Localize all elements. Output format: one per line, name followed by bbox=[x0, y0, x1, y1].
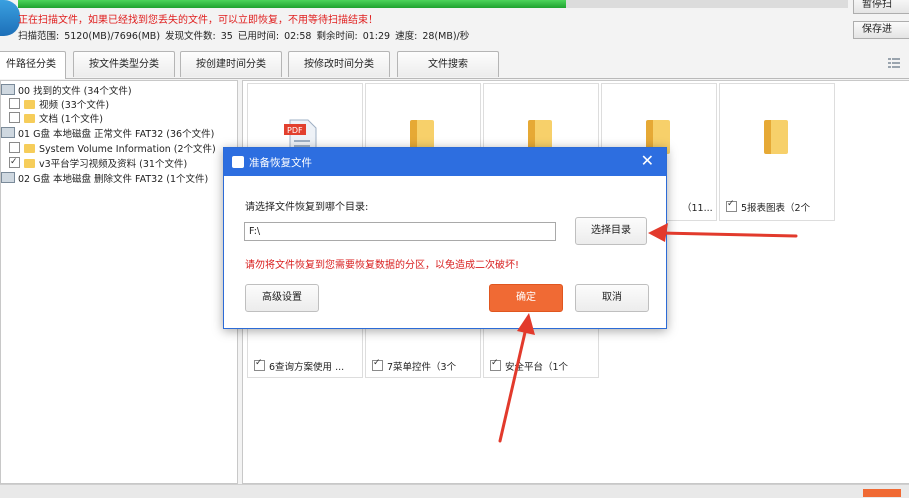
card-label-text: 7菜单控件（3个 bbox=[387, 362, 457, 373]
svg-text:PDF: PDF bbox=[287, 126, 303, 135]
card-label: （11... bbox=[682, 203, 713, 214]
tree-item-found-files[interactable]: 00 找到的文件 (34个文件) bbox=[1, 84, 132, 98]
tree-item-v3-platform[interactable]: v3平台学习视频及资料 (31个文件) bbox=[9, 155, 188, 171]
scan-stats: 扫描范围: 5120(MB)/7696(MB) 发现文件数: 35 已用时间: … bbox=[18, 31, 470, 42]
tree-item-label: 00 找到的文件 (34个文件) bbox=[18, 86, 132, 97]
scan-status-message: 正在扫描文件，如果已经找到您丢失的文件，可以立即恢复，不用等待扫描结束！ bbox=[18, 15, 378, 26]
directory-input[interactable] bbox=[244, 222, 556, 241]
card-label-text: 6查询方案使用 ... bbox=[269, 362, 345, 373]
file-card[interactable]: 安全平台（1个 bbox=[483, 326, 599, 378]
tree-item-label: 01 G盘 本地磁盘 正常文件 FAT32 (36个文件) bbox=[18, 129, 215, 140]
drive-icon bbox=[1, 127, 15, 138]
card-label: 安全平台（1个 bbox=[490, 359, 568, 373]
tree-item-label: 视频 (33个文件) bbox=[39, 100, 110, 111]
advanced-settings-button[interactable]: 高级设置 bbox=[245, 284, 319, 312]
checkbox[interactable] bbox=[9, 155, 20, 169]
card-label-text: 安全平台（1个 bbox=[505, 362, 569, 373]
checkbox[interactable] bbox=[9, 112, 20, 123]
tree-item-docs[interactable]: 文档 (1个文件) bbox=[9, 112, 103, 126]
tree-item-video[interactable]: 视频 (33个文件) bbox=[9, 98, 109, 112]
app-icon bbox=[232, 156, 244, 168]
dialog-title: 准备恢复文件 bbox=[249, 157, 312, 169]
tree-item-system-volume[interactable]: System Volume Information (2个文件) bbox=[9, 142, 216, 156]
restore-warning: 请勿将文件恢复到您需要恢复数据的分区，以免造成二次破坏! bbox=[245, 260, 520, 271]
tab-path-category[interactable]: 件路径分类 bbox=[0, 51, 66, 79]
card-label: 5报表图表（2个 bbox=[726, 200, 810, 214]
file-card[interactable]: 7菜单控件（3个 bbox=[365, 326, 481, 378]
folder-icon bbox=[24, 114, 35, 123]
file-card[interactable]: 6查询方案使用 ... bbox=[247, 326, 363, 378]
tree-item-label: v3平台学习视频及资料 (31个文件) bbox=[39, 159, 188, 170]
tree-item-label: 02 G盘 本地磁盘 删除文件 FAT32 (1个文件) bbox=[18, 174, 209, 185]
checkbox[interactable] bbox=[726, 200, 737, 212]
tab-file-type[interactable]: 按文件类型分类 bbox=[73, 51, 175, 77]
drive-icon bbox=[1, 84, 15, 95]
save-progress-button[interactable]: 保存进 bbox=[853, 21, 909, 39]
close-icon[interactable]: ✕ bbox=[641, 151, 654, 170]
folder-icon bbox=[24, 144, 35, 153]
drive-icon bbox=[1, 172, 15, 183]
checkbox[interactable] bbox=[490, 359, 501, 371]
checkbox[interactable] bbox=[372, 359, 383, 371]
list-view-icon[interactable] bbox=[887, 56, 901, 70]
card-label: 6查询方案使用 ... bbox=[254, 359, 344, 373]
card-label-text: 5报表图表（2个 bbox=[741, 203, 811, 214]
tab-modified-time[interactable]: 按修改时间分类 bbox=[288, 51, 390, 77]
app-logo bbox=[0, 0, 20, 36]
checkbox[interactable] bbox=[9, 142, 20, 153]
bottom-action-button[interactable] bbox=[863, 489, 901, 497]
tree-item-label: 文档 (1个文件) bbox=[39, 114, 103, 125]
scan-progress-bar bbox=[18, 0, 848, 8]
directory-prompt: 请选择文件恢复到哪个目录: bbox=[245, 202, 369, 213]
tree-item-g-deleted[interactable]: 02 G盘 本地磁盘 删除文件 FAT32 (1个文件) bbox=[1, 172, 208, 186]
card-label: 7菜单控件（3个 bbox=[372, 359, 456, 373]
tab-created-time[interactable]: 按创建时间分类 bbox=[180, 51, 282, 77]
folder-tree: 00 找到的文件 (34个文件) 视频 (33个文件) 文档 (1个文件) 01… bbox=[0, 80, 238, 484]
status-bar bbox=[0, 484, 909, 498]
pause-scan-button[interactable]: 暂停扫 bbox=[853, 0, 909, 14]
file-card[interactable]: 5报表图表（2个 bbox=[719, 83, 835, 221]
category-tab-bar: 件路径分类 按文件类型分类 按创建时间分类 按修改时间分类 文件搜索 bbox=[0, 51, 909, 79]
cancel-button[interactable]: 取消 bbox=[575, 284, 649, 312]
checkbox[interactable] bbox=[9, 98, 20, 109]
folder-icon bbox=[24, 100, 35, 109]
tab-file-search[interactable]: 文件搜索 bbox=[397, 51, 499, 77]
tree-item-g-normal[interactable]: 01 G盘 本地磁盘 正常文件 FAT32 (36个文件) bbox=[1, 127, 214, 141]
restore-dialog: 准备恢复文件 ✕ 请选择文件恢复到哪个目录: 选择目录 请勿将文件恢复到您需要恢… bbox=[223, 147, 667, 329]
folder-icon bbox=[764, 120, 788, 154]
scan-progress-fill bbox=[18, 0, 566, 8]
tree-item-label: System Volume Information (2个文件) bbox=[39, 144, 216, 155]
confirm-button[interactable]: 确定 bbox=[489, 284, 563, 312]
checkbox[interactable] bbox=[254, 359, 265, 371]
dialog-titlebar: 准备恢复文件 ✕ bbox=[224, 148, 666, 176]
folder-icon bbox=[24, 159, 35, 168]
choose-directory-button[interactable]: 选择目录 bbox=[575, 217, 647, 245]
